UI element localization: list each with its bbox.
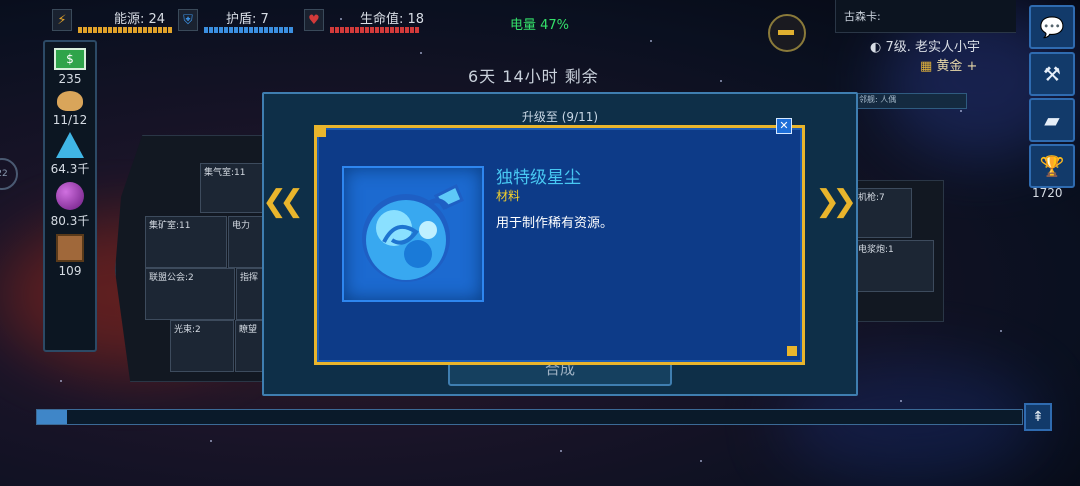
- build-button[interactable]: ⚒: [1029, 52, 1075, 96]
- mineral-resource: 109: [45, 234, 95, 278]
- shield-stat: ⛨ 护盾: 7: [178, 6, 293, 34]
- expand-up-icon: ⇞: [1032, 409, 1044, 425]
- gold-icon: ▦: [920, 59, 937, 74]
- lightning-icon: ⚡: [52, 9, 72, 31]
- bottom-progress-bar: [36, 409, 1023, 425]
- bottom-progress-fill: [37, 410, 67, 424]
- item-name: 独特级星尘: [496, 168, 581, 188]
- health-stat: ♥ 生命值: 18: [304, 6, 424, 34]
- upgrade-title: 升级至 (9/11): [521, 110, 599, 124]
- shield-icon: ⛨: [178, 9, 198, 31]
- next-arrow-icon[interactable]: ❯❯: [815, 184, 857, 219]
- mineral-box-icon: [56, 234, 84, 262]
- opponent-panel[interactable]: 古森卡:: [835, 0, 1016, 33]
- chat-icon: 💬: [1039, 15, 1065, 39]
- rank-icon: ◐: [870, 40, 886, 55]
- energy-bar: [78, 26, 172, 33]
- chat-button[interactable]: 💬: [1029, 5, 1075, 49]
- room-beam[interactable]: 光束:2: [170, 320, 234, 372]
- shield-bar: [204, 26, 293, 33]
- ship-card-icon: ▰: [1044, 108, 1060, 132]
- close-button[interactable]: ✕: [776, 118, 792, 134]
- energy-label: 能源: 24: [114, 11, 166, 27]
- dialog-corner-ornament: [316, 127, 326, 137]
- crew-resource: 11/12: [45, 91, 95, 127]
- power-percent: 电量 47%: [510, 18, 570, 33]
- item-category: 材料: [496, 189, 521, 203]
- resource-column: $ 235 11/12 64.3千 80.3千 109: [43, 40, 97, 352]
- prev-arrow-icon[interactable]: ❮❮: [262, 184, 304, 219]
- shield-label: 护盾: 7: [226, 11, 269, 27]
- credits-icon: $: [54, 48, 86, 70]
- crystal-icon: [56, 132, 84, 158]
- item-description: 用于制作稀有资源。: [496, 216, 614, 231]
- health-label: 生命值: 18: [360, 11, 425, 27]
- health-bar: [330, 26, 424, 33]
- hammer-icon: ⚒: [1043, 62, 1061, 86]
- room-machine-gun[interactable]: 机枪:7: [854, 188, 912, 238]
- room-electro-gun[interactable]: 电浆炮:1: [854, 240, 934, 292]
- event-timer: 6天 14小时 剩余: [468, 67, 599, 86]
- gold-button[interactable]: ▦ 黄金 +: [920, 55, 977, 74]
- stardust-pouch-icon: [362, 183, 464, 282]
- gas-resource: 80.3千: [45, 182, 95, 229]
- credits-resource: $ 235: [45, 48, 95, 86]
- trophy-button[interactable]: 🏆: [1029, 144, 1075, 188]
- gas-orb-icon: [56, 182, 84, 210]
- expand-button[interactable]: ⇞: [1024, 403, 1052, 431]
- room-gas-collector[interactable]: 集气室:11: [200, 163, 264, 213]
- room-alliance[interactable]: 联盟公会:2: [145, 268, 235, 320]
- opponent-title: 古森卡:: [844, 10, 881, 23]
- neighbor-label: 邻舰: 人偶: [855, 93, 967, 109]
- crew-food-icon: [57, 91, 83, 111]
- heart-icon: ♥: [304, 9, 324, 31]
- trophy-icon: 🏆: [1039, 154, 1065, 178]
- compass-icon[interactable]: [768, 14, 806, 52]
- room-miner[interactable]: 集矿室:11: [145, 216, 227, 268]
- energy-stat: ⚡ 能源: 24: [52, 6, 172, 34]
- trophy-count: 1720: [1032, 186, 1063, 200]
- crystal-resource: 64.3千: [45, 132, 95, 177]
- ship-card-button[interactable]: ▰: [1029, 98, 1075, 142]
- room-power[interactable]: 电力: [228, 216, 266, 268]
- item-image-frame: [342, 166, 484, 302]
- player-name[interactable]: ◐ 7级. 老实人小宇: [870, 36, 980, 55]
- dialog-corner-ornament: [787, 346, 797, 356]
- side-toggle[interactable]: 22: [0, 158, 18, 190]
